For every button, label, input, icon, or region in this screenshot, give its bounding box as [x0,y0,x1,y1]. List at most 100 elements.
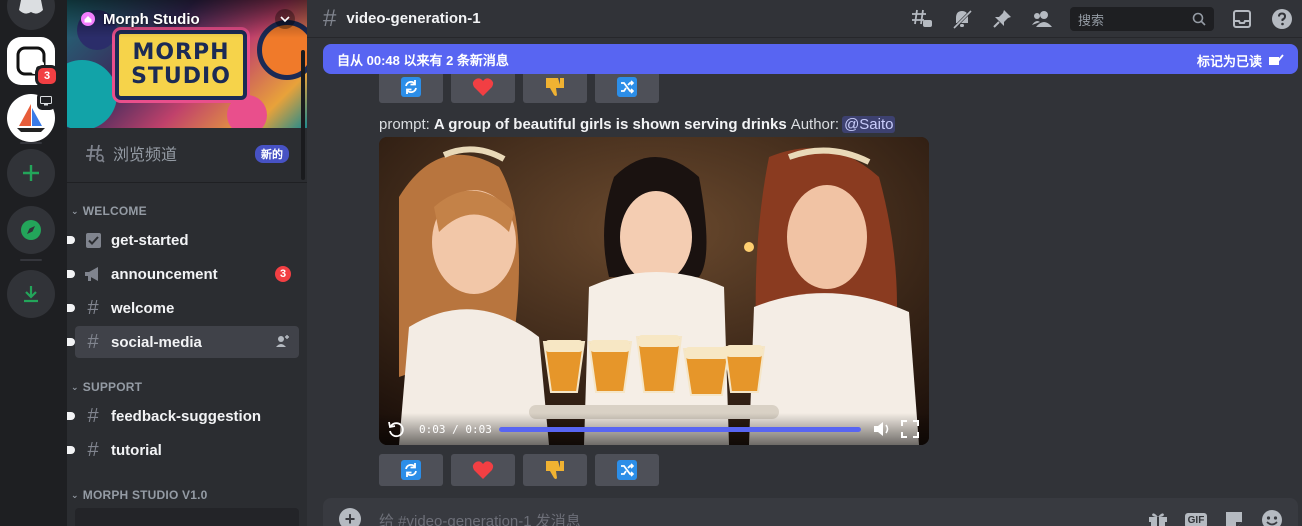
server-icon-app[interactable]: 3 [7,37,59,87]
chevron-down-icon [280,16,290,23]
unread-indicator [67,236,75,244]
category-support[interactable]: ⌄ SUPPORT [71,379,142,395]
server-header[interactable]: Morph Studio [67,0,307,38]
divider [67,182,307,183]
channel-social-media[interactable]: # social-media [67,326,299,358]
composer-toolbar: GIF [1132,508,1284,526]
channel-label: welcome [111,299,175,317]
prompt-text: A group of beautiful girls is shown serv… [433,115,787,133]
emoji-icon [1262,510,1282,526]
hash-icon: # [87,330,99,353]
channel-announcement[interactable]: announcement 3 [67,258,299,290]
inbox-button[interactable] [1230,7,1254,31]
video-attachment[interactable]: 0:03 / 0:03 [379,137,929,445]
channel-label: feedback-suggestion [111,407,262,425]
notification-settings-button[interactable] [950,7,974,31]
refresh-icon [401,77,421,97]
channel-tutorial[interactable]: # tutorial [67,434,299,466]
browse-channels[interactable]: 浏览频道 新的 [75,136,299,170]
message-prompt-line: prompt: A group of beautiful girls is sh… [379,114,896,134]
threads-button[interactable] [910,7,934,31]
video-progress-bar[interactable] [499,427,861,432]
download-icon [24,286,38,303]
channel-welcome[interactable]: # welcome [67,292,299,324]
screen-share-icon [37,92,55,110]
gif-button[interactable]: GIF [1184,508,1208,526]
sidebar-scrollbar[interactable] [301,50,305,180]
like-button[interactable] [451,454,515,486]
download-apps-button[interactable] [7,270,55,318]
channel-get-started[interactable]: get-started [67,224,299,256]
unread-indicator [67,446,75,454]
chevron-down-icon: ⌄ [71,489,79,500]
like-button[interactable] [451,71,515,103]
bell-muted-icon [952,9,973,30]
server-mention-badge: 3 [35,65,59,87]
volume-icon[interactable] [873,420,893,438]
shuffle-button[interactable] [595,71,659,103]
gift-icon [1149,513,1167,526]
member-list-button[interactable] [1030,7,1054,31]
search-icon [1192,12,1206,29]
heart-icon [472,78,494,96]
channel-label: get-started [111,231,189,249]
fullscreen-icon[interactable] [901,420,919,438]
prompt-label: prompt: [379,115,430,133]
unread-indicator [67,338,75,346]
regenerate-button[interactable] [379,71,443,103]
video-progress-fill [499,427,861,432]
server-menu-button[interactable] [275,9,295,29]
message-input[interactable]: 给 #video-generation-1 发消息 [379,510,581,526]
regenerate-button[interactable] [379,454,443,486]
banner-line-1: MORPH [132,40,230,65]
banner-decoration [67,60,117,128]
server-name: Morph Studio [103,10,200,28]
new-badge: 新的 [255,145,289,163]
new-messages-bar[interactable]: 自从 00:48 以来有 2 条新消息 标记为已读 [323,44,1298,74]
add-server-button[interactable] [7,149,55,197]
plus-icon: + [344,508,356,526]
emoji-button[interactable] [1260,508,1284,526]
replay-icon[interactable] [387,420,405,438]
search-input[interactable]: 搜索 [1070,7,1214,31]
unread-indicator [67,270,75,278]
heart-icon [472,461,494,479]
discord-window: 3 MORPH STUDIO Morph Studio 浏览频道 新的 ⌄ WE… [0,0,1302,526]
server-rail: 3 [0,0,67,526]
pinned-messages-button[interactable] [990,7,1014,31]
server-icon-morph-studio[interactable] [7,92,55,142]
help-button[interactable] [1270,7,1294,31]
attach-button[interactable]: + [339,508,361,526]
author-label: Author: [790,115,840,133]
search-placeholder: 搜索 [1078,12,1105,28]
direct-messages-button[interactable] [7,0,55,30]
message-composer[interactable]: + 给 #video-generation-1 发消息 GIF [323,498,1298,526]
author-mention[interactable]: @Saito [842,115,896,133]
invite-member-icon[interactable] [275,333,291,353]
chevron-down-icon: ⌄ [71,381,79,392]
rules-icon [83,232,103,249]
sticker-button[interactable] [1222,508,1246,526]
dislike-button[interactable] [523,71,587,103]
channel-list-item-partial[interactable] [75,508,299,526]
thumbs-down-icon [546,78,564,96]
category-welcome[interactable]: ⌄ WELCOME [71,203,147,219]
community-home-icon [81,12,95,26]
channel-feedback-suggestion[interactable]: # feedback-suggestion [67,400,299,432]
dislike-button[interactable] [523,454,587,486]
mark-as-read-button[interactable]: 标记为已读 [1197,51,1284,70]
gift-button[interactable] [1146,508,1170,526]
compass-icon [21,220,41,240]
video-frame-image [379,137,929,445]
reaction-button-row-top [379,71,667,103]
mark-read-icon [1269,53,1284,65]
shuffle-icon [617,460,637,480]
thumbs-down-icon [546,461,564,479]
header-toolbar: 搜索 [894,0,1302,38]
unread-indicator [67,304,75,312]
shuffle-button[interactable] [595,454,659,486]
chevron-down-icon: ⌄ [71,205,79,216]
category-morph-studio-v1[interactable]: ⌄ MORPH STUDIO V1.0 [71,487,208,503]
explore-servers-button[interactable] [7,206,55,254]
mention-badge: 3 [275,266,291,282]
